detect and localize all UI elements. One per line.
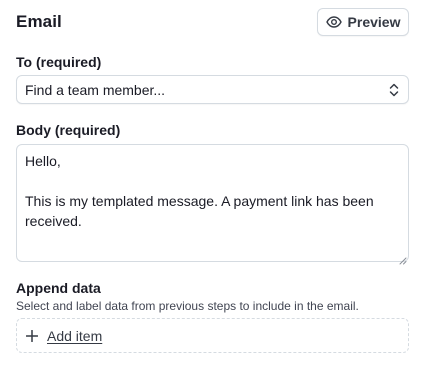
to-field-label: To (required) [16, 54, 102, 70]
panel-header: Email Preview [16, 8, 409, 36]
preview-button[interactable]: Preview [317, 8, 409, 36]
chevron-up-down-icon [388, 82, 400, 98]
preview-button-label: Preview [347, 14, 401, 30]
add-item-label: Add item [47, 328, 103, 344]
panel-title: Email [16, 12, 62, 31]
body-textarea[interactable]: Hello, This is my templated message. A p… [16, 144, 409, 262]
body-field-label: Body (required) [16, 122, 121, 138]
add-item-button[interactable]: Add item [16, 318, 409, 353]
to-select[interactable]: Find a team member... [16, 75, 409, 104]
append-data-description: Select and label data from previous step… [16, 299, 359, 313]
plus-icon [25, 329, 39, 343]
append-data-title: Append data [16, 280, 101, 296]
eye-icon [325, 14, 342, 30]
to-select-value: Find a team member... [25, 82, 166, 98]
